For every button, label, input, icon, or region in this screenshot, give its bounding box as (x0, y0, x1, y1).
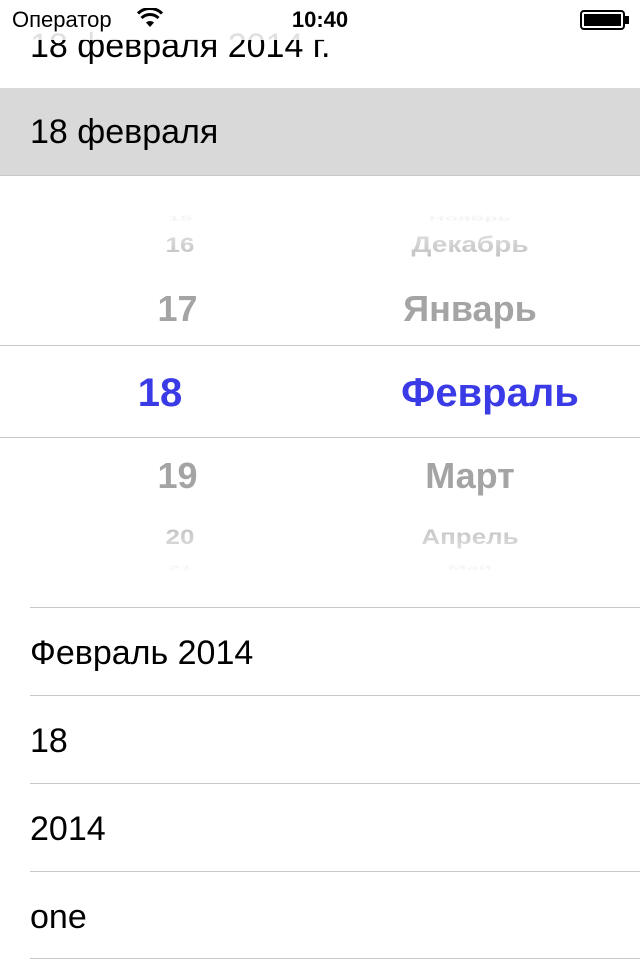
status-bar: Оператор 10:40 (0, 0, 640, 40)
day-item[interactable]: 20 (110, 525, 250, 549)
day-item[interactable]: 17 (105, 288, 250, 330)
list-row-label: one (30, 898, 87, 936)
month-item[interactable]: Май (340, 564, 600, 571)
month-item[interactable]: Апрель (340, 525, 600, 549)
list-row-day[interactable]: 18 (0, 696, 640, 784)
day-item-selected[interactable]: 18 (90, 370, 230, 416)
date-short-row[interactable]: 18 февраля (0, 88, 640, 176)
list-row-label: 18 (30, 722, 68, 760)
list-row-year[interactable]: 2014 (0, 784, 640, 872)
battery-icon (580, 10, 629, 30)
month-item-selected[interactable]: Февраль (355, 370, 625, 416)
divider (30, 958, 640, 959)
picker-selection-top-line (0, 345, 640, 346)
list-row-label: Февраль 2014 (30, 634, 254, 672)
day-item[interactable]: 15 (110, 214, 250, 222)
clock-label: 10:40 (291, 7, 349, 32)
date-picker[interactable]: 15 16 17 18 19 20 21 Ноябрь Декабрь Янва… (0, 176, 640, 608)
list-row-label: 2014 (30, 810, 106, 848)
month-item[interactable]: Март (340, 455, 600, 497)
month-item[interactable]: Декабрь (340, 233, 600, 257)
list-row-month-year[interactable]: Февраль 2014 (0, 608, 640, 696)
date-short-label: 18 февраля (30, 113, 219, 151)
picker-selection-bottom-line (0, 437, 640, 438)
day-item[interactable]: 21 (110, 564, 250, 571)
day-item[interactable]: 16 (110, 233, 250, 257)
list-row-one[interactable]: one (0, 872, 640, 960)
month-item[interactable]: Январь (340, 288, 600, 330)
month-item[interactable]: Ноябрь (340, 214, 600, 222)
day-item[interactable]: 19 (105, 455, 250, 497)
